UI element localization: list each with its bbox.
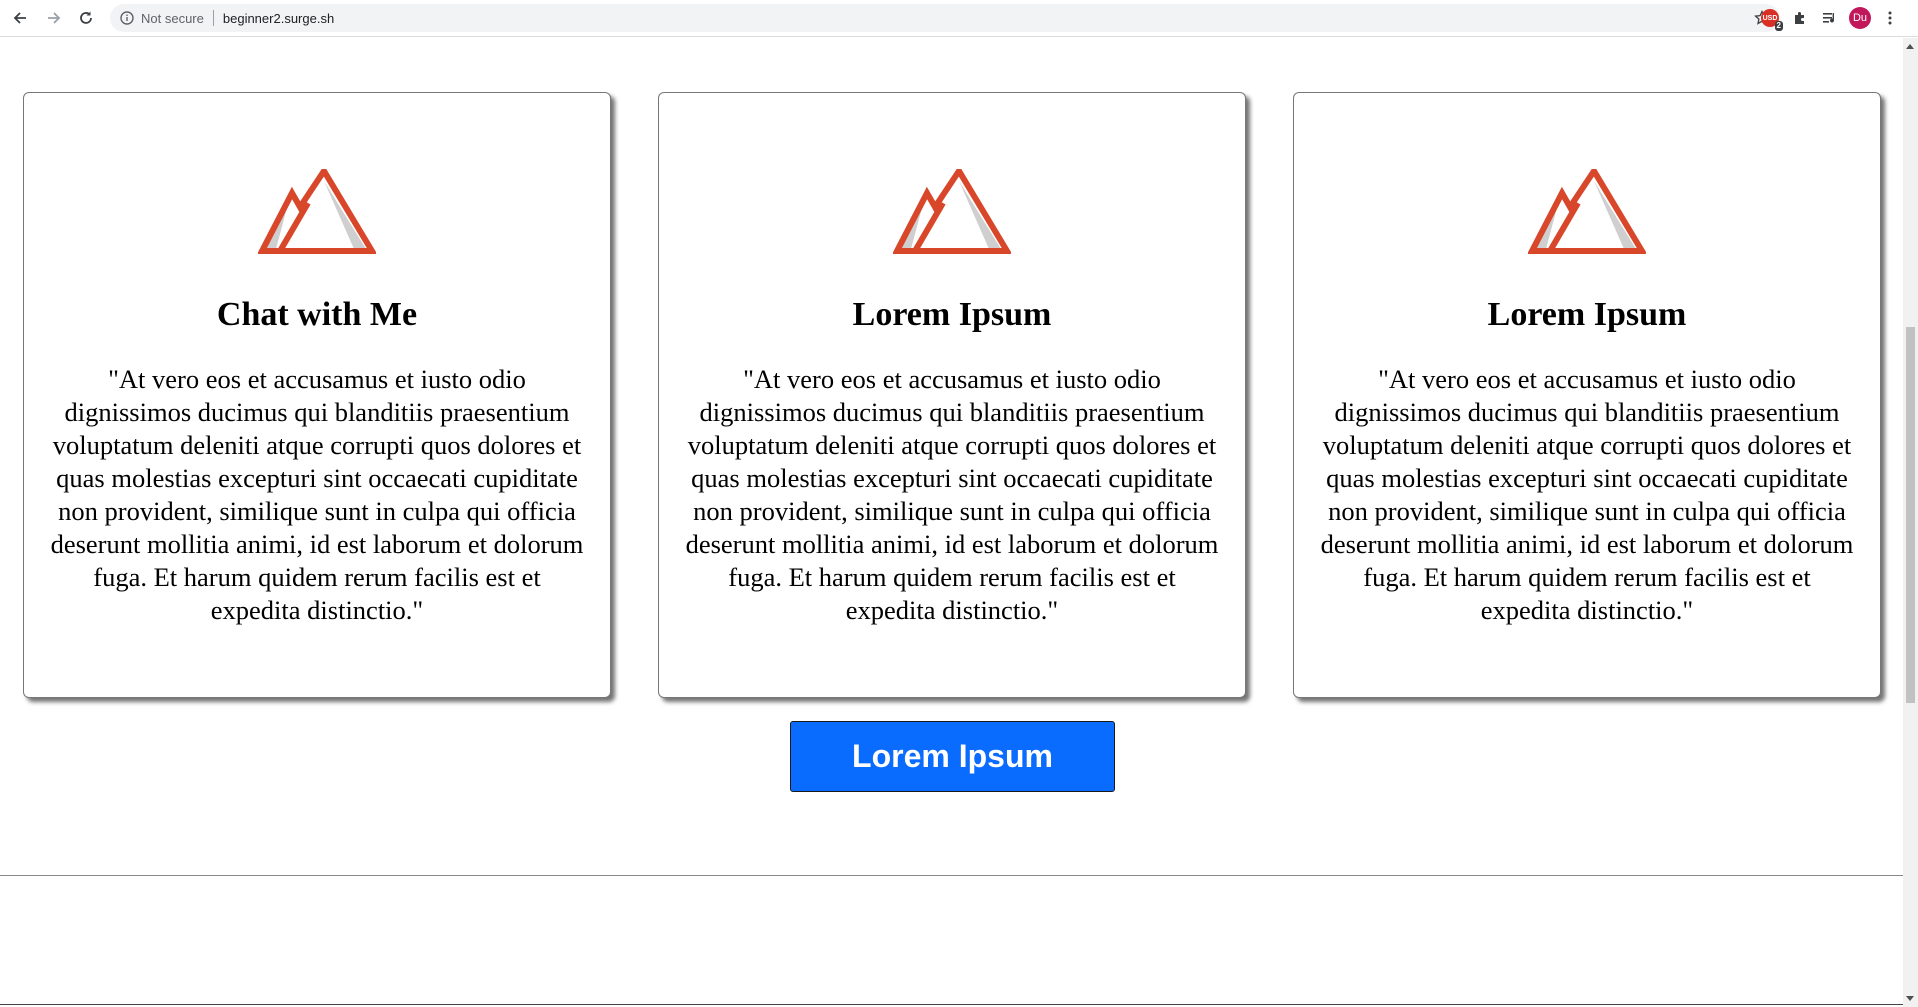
reload-button[interactable]: [72, 4, 100, 32]
info-icon[interactable]: [119, 10, 135, 26]
address-bar[interactable]: Not secure beginner2.surge.sh: [110, 4, 1780, 32]
feature-card-2: Lorem Ipsum "At vero eos et accusamus et…: [658, 92, 1246, 698]
reload-icon: [80, 11, 92, 24]
extension-badge-icon: USD 2: [1761, 9, 1783, 31]
puzzle-icon: [1795, 12, 1804, 24]
scroll-up-arrow-icon[interactable]: [1906, 44, 1914, 49]
profile-button[interactable]: Du: [1845, 4, 1875, 32]
media-queue-icon: [1823, 13, 1834, 23]
extension-badge-count: 2: [1774, 21, 1783, 31]
media-button[interactable]: [1815, 4, 1845, 32]
back-button[interactable]: [6, 4, 34, 32]
extension-button[interactable]: USD 2: [1755, 4, 1785, 32]
forward-arrow-icon: [48, 12, 61, 24]
extensions-area: USD 2 Du: [1755, 4, 1905, 32]
url-text[interactable]: beginner2.surge.sh: [223, 11, 334, 26]
scrollbar-thumb[interactable]: [1906, 327, 1915, 703]
mountain-logo-icon: [258, 169, 376, 254]
card-text: "At vero eos et accusamus et iusto odio …: [685, 364, 1219, 625]
page-scrollbar[interactable]: [1903, 38, 1918, 1007]
browser-toolbar: Not secure beginner2.surge.sh USD 2 Du: [0, 0, 1918, 37]
bottom-divider: [0, 1004, 1903, 1005]
card-title: Chat with Me: [216, 296, 418, 333]
menu-button[interactable]: [1875, 4, 1905, 32]
mountain-logo-icon: [893, 169, 1011, 254]
avatar: Du: [1849, 7, 1871, 29]
security-status: Not secure: [141, 10, 204, 26]
scroll-down-arrow-icon[interactable]: [1906, 996, 1914, 1001]
card-text: "At vero eos et accusamus et iusto odio …: [50, 364, 584, 625]
feature-card-1: Chat with Me "At vero eos et accusamus e…: [23, 92, 611, 698]
page-viewport: Chat with Me "At vero eos et accusamus e…: [0, 38, 1903, 1007]
card-title: Lorem Ipsum: [852, 296, 1052, 333]
forward-button[interactable]: [40, 4, 68, 32]
card-text: "At vero eos et accusamus et iusto odio …: [1320, 364, 1854, 625]
mountain-logo-icon: [1528, 169, 1646, 254]
separator: [212, 10, 214, 26]
feature-card-3: Lorem Ipsum "At vero eos et accusamus et…: [1293, 92, 1881, 698]
extensions-button[interactable]: [1785, 4, 1815, 32]
card-title: Lorem Ipsum: [1487, 296, 1687, 333]
cta-button[interactable]: Lorem Ipsum: [790, 721, 1115, 792]
extension-badge-text: USD: [1762, 14, 1778, 22]
section-divider: [0, 875, 1903, 876]
kebab-menu-icon: [1888, 11, 1892, 25]
back-arrow-icon: [13, 12, 26, 24]
